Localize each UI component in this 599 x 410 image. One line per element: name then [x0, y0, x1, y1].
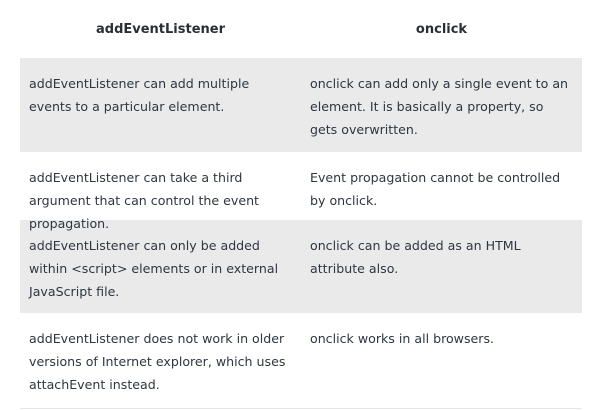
header-onclick: onclick	[415, 21, 468, 37]
table-row: addEventListener can take a third argume…	[20, 152, 582, 231]
header-addeventlistener: addEventListener	[95, 21, 226, 37]
table-row: addEventListener can only be added withi…	[20, 220, 582, 313]
row-1-addeventlistener-cell: addEventListener can add multiple events…	[29, 76, 250, 114]
row-2-addeventlistener-cell: addEventListener can take a third argume…	[29, 170, 259, 231]
row-3-addeventlistener-cell: addEventListener can only be added withi…	[29, 238, 279, 299]
row-4-onclick-cell: onclick works in all browsers.	[310, 331, 495, 346]
row-1-onclick-cell: onclick can add only a single event to a…	[310, 76, 569, 137]
table-row: addEventListener does not work in older …	[20, 313, 582, 409]
comparison-table: addEventListener onclick addEventListene…	[20, 0, 582, 409]
row-4-addeventlistener-cell: addEventListener does not work in older …	[29, 331, 286, 392]
row-3-onclick-cell: onclick can be added as an HTML attribut…	[310, 238, 521, 276]
row-2-onclick-cell: Event propagation cannot be controlled b…	[310, 170, 561, 208]
table-header: addEventListener onclick	[20, 0, 582, 58]
table-row: addEventListener can add multiple events…	[20, 58, 582, 152]
